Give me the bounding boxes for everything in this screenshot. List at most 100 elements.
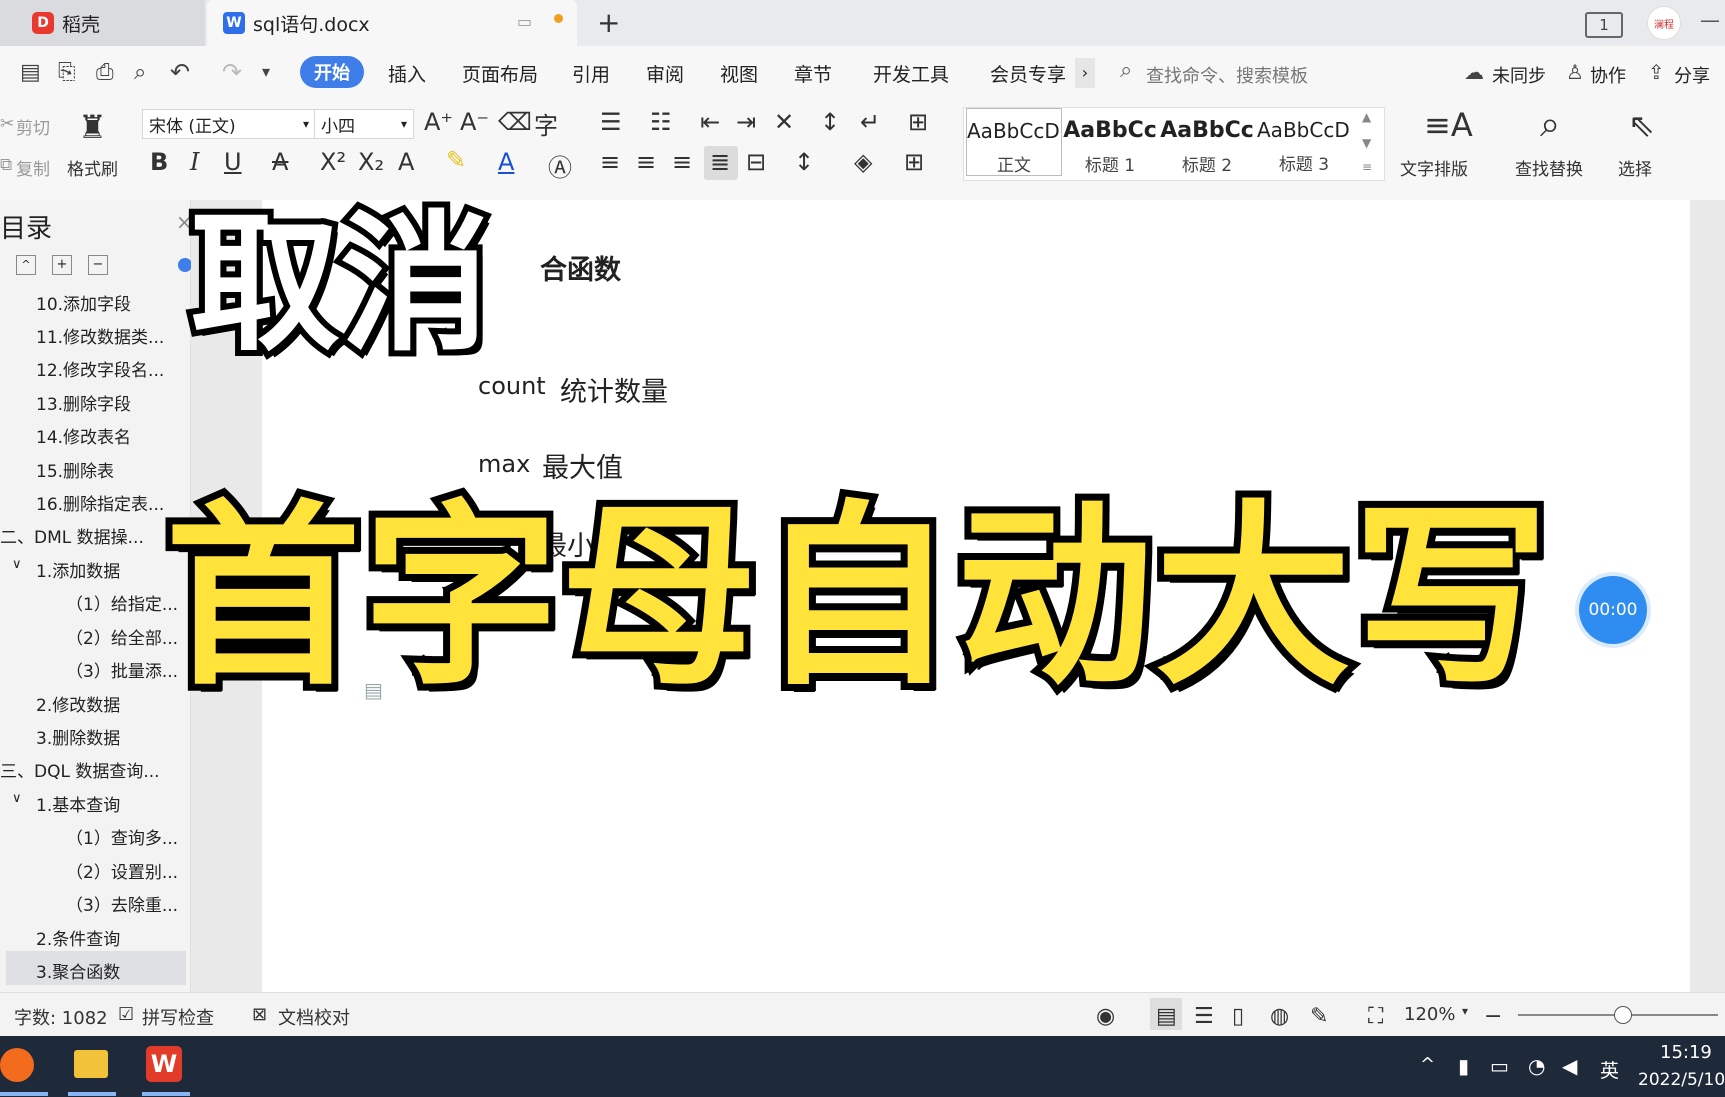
avatar[interactable]: 澜程 [1647,6,1681,40]
outline-view-icon[interactable]: ☰ [1194,1004,1214,1029]
decrease-indent-icon[interactable]: ⇤ [700,108,720,136]
wps-icon[interactable]: W [146,1046,182,1082]
clock-date[interactable]: 2022/5/10 [1638,1070,1725,1090]
chinese-layout-icon[interactable]: ✕ [774,108,794,136]
toc-item[interactable]: （1）查询多... [66,824,178,849]
line-spacing-icon[interactable]: ↕ [794,148,814,176]
pen-icon[interactable]: ✎ [1310,1004,1328,1029]
toc-item[interactable]: （1）给指定... [66,590,178,615]
eye-protect-icon[interactable]: ◉ [1096,1004,1115,1029]
fit-page-icon[interactable]: ⛶ [1368,1004,1383,1029]
undo-icon[interactable]: ↶ [170,58,190,86]
layout-switch-icon[interactable]: 1 [1585,12,1623,38]
toc-item[interactable]: 12.修改字段名... [36,356,164,381]
clock-time[interactable]: 15:19 [1660,1042,1712,1063]
tab-home[interactable]: D 稻壳 [0,0,205,46]
toc-item[interactable]: 16.删除指定表... [36,490,164,515]
spell-check-button[interactable]: 拼写检查 [142,1004,214,1030]
toc-item[interactable]: （2）设置别... [66,858,178,883]
highlight-icon[interactable]: ✎ [446,146,466,174]
gallery-scroll-down-icon[interactable]: ▼ [1362,136,1371,150]
zoom-out-icon[interactable]: − [1484,1004,1502,1029]
style-normal[interactable]: AaBbCcDd 正文 [966,108,1062,176]
font-size-select[interactable]: 小四 ▾ [314,109,414,139]
clear-format-icon[interactable]: ⌫ [498,108,532,136]
subscript-icon[interactable]: X₂ [358,148,384,176]
sync-status[interactable]: 未同步 [1492,62,1546,88]
zoom-level[interactable]: 120% [1404,1004,1455,1025]
underline-icon[interactable]: U [224,148,242,176]
align-center-icon[interactable]: ≡ [636,148,656,176]
print-icon[interactable]: ⎙ [96,60,114,85]
toc-item[interactable]: 3.删除数据 [36,724,120,749]
style-heading-1[interactable]: AaBbCc 标题 1 [1063,108,1157,176]
menu-page-layout[interactable]: 页面布局 [462,60,538,87]
font-name-select[interactable]: 宋体 (正文) ▾ [142,109,316,139]
menu-more-icon[interactable]: › [1075,58,1095,88]
toc-item[interactable]: 13.删除字段 [36,390,131,415]
toc-item[interactable]: 2.条件查询 [36,925,120,950]
redo-icon[interactable]: ↷ [222,58,242,86]
format-painter-button[interactable]: 格式刷 [67,155,118,180]
battery-icon[interactable]: ▭ [1490,1054,1509,1078]
phonetic-guide-icon[interactable]: 字 [534,106,558,141]
menu-start[interactable]: 开始 [300,56,364,88]
font-color-icon[interactable]: A [498,148,514,176]
grow-font-icon[interactable]: A⁺ [424,108,453,136]
align-left-icon[interactable]: ≡ [600,148,620,176]
expand-all-icon[interactable]: + [52,255,72,275]
toc-item[interactable]: 10.添加字段 [36,290,131,315]
table-tab-icon[interactable]: ⊞ [908,108,928,136]
bold-icon[interactable]: B [150,148,168,176]
collab-button[interactable]: 协作 [1590,62,1626,88]
chevron-down-icon[interactable]: ∨ [12,557,22,572]
toc-item[interactable]: 2.修改数据 [36,691,120,716]
chevron-down-icon[interactable]: ▾ [1462,1004,1468,1018]
wifi-icon[interactable]: ◔ [1528,1054,1545,1078]
monitor-icon[interactable]: ▭ [517,12,532,31]
style-heading-3[interactable]: AaBbCcDd 标题 3 [1257,108,1351,176]
menu-review[interactable]: 审阅 [646,60,684,87]
toc-item[interactable]: （3）去除重... [66,891,178,916]
gallery-expand-icon[interactable]: ≡ [1362,160,1372,174]
menu-view[interactable]: 视图 [720,60,758,87]
strikethrough-icon[interactable]: A [272,148,288,176]
shading-icon[interactable]: ◈ [854,148,872,176]
shrink-font-icon[interactable]: A⁻ [460,108,489,136]
char-border-icon[interactable]: Ⓐ [548,148,572,183]
new-tab-button[interactable]: + [597,6,620,39]
show-marks-icon[interactable]: ↵ [860,108,880,136]
collapse-up-icon[interactable]: ^ [16,255,36,275]
toc-item[interactable]: （2）给全部... [66,624,178,649]
volume-icon[interactable]: ◀ [1562,1054,1577,1078]
file-explorer-icon[interactable] [74,1050,108,1078]
cut-button[interactable]: 剪切 [16,114,50,139]
gallery-scroll-up-icon[interactable]: ▲ [1362,110,1371,124]
style-heading-2[interactable]: AaBbCc 标题 2 [1160,108,1254,176]
toc-section-dml[interactable]: 二、DML 数据操... [0,523,144,548]
collapse-all-icon[interactable]: − [88,255,108,275]
menu-member[interactable]: 会员专享 [990,60,1066,87]
menu-developer[interactable]: 开发工具 [873,60,949,87]
toc-item[interactable]: 15.删除表 [36,457,114,482]
tab-document[interactable]: W sql语句.docx ▭ [207,0,577,46]
word-count[interactable]: 字数: 1082 [14,1004,108,1030]
doc-proof-button[interactable]: 文档校对 [278,1004,350,1030]
copy-button[interactable]: 复制 [16,155,50,180]
text-effect-icon[interactable]: A [398,148,414,176]
minimize-icon[interactable]: — [1700,8,1720,32]
bullet-list-icon[interactable]: ☰ [600,108,622,136]
web-view-icon[interactable]: ◍ [1270,1004,1289,1029]
ime-indicator[interactable]: 英 [1600,1056,1619,1083]
chevron-down-icon[interactable]: ∨ [12,791,22,806]
menu-insert[interactable]: 插入 [388,60,426,87]
zoom-slider-handle[interactable] [1614,1006,1632,1024]
share-button[interactable]: 分享 [1674,62,1710,88]
recording-timer[interactable]: 00:00 [1579,576,1647,644]
italic-icon[interactable]: I [190,148,199,176]
export-pdf-icon[interactable]: ⎘ [58,60,76,85]
distribute-icon[interactable]: ⊟ [746,148,766,176]
superscript-icon[interactable]: X² [320,148,346,176]
toc-item[interactable]: 14.修改表名 [36,423,131,448]
reading-view-icon[interactable]: ▯ [1232,1004,1244,1029]
